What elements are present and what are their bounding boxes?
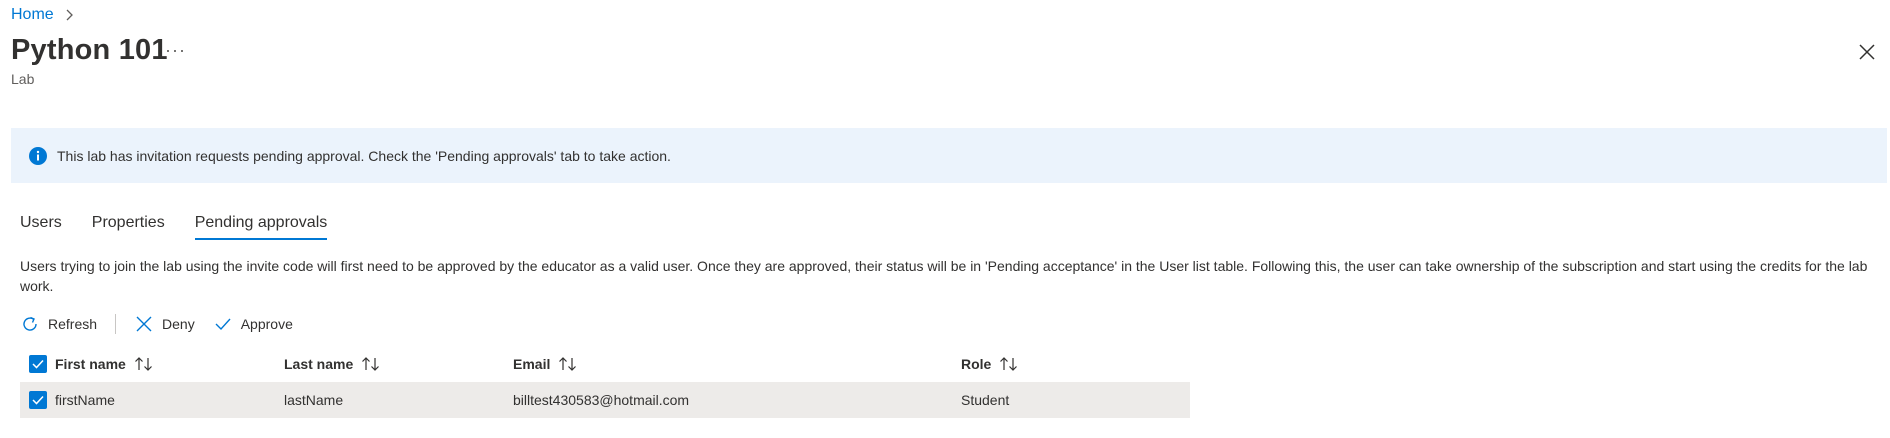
chevron-right-icon — [62, 8, 76, 22]
column-header-label: Last name — [284, 356, 354, 372]
column-header-last-name[interactable]: Last name — [284, 356, 513, 372]
checkmark-icon — [215, 318, 231, 331]
column-header-label: Email — [513, 356, 551, 372]
sort-icon[interactable] — [999, 356, 1019, 372]
description-text: Users trying to join the lab using the i… — [20, 258, 1868, 294]
column-header-email[interactable]: Email — [513, 356, 961, 372]
checkmark-icon — [31, 359, 44, 369]
close-icon[interactable] — [1858, 43, 1876, 61]
table-header-row: First name Last name Email Role — [20, 346, 1190, 382]
refresh-label: Refresh — [48, 316, 98, 332]
column-header-first-name[interactable]: First name — [55, 356, 284, 372]
tab-properties[interactable]: Properties — [92, 214, 165, 240]
row-checkbox[interactable] — [28, 391, 47, 409]
more-options-button[interactable]: ··· — [165, 40, 186, 61]
cell-first-name: firstName — [55, 392, 115, 408]
tab-users[interactable]: Users — [20, 214, 62, 240]
tab-pending-approvals[interactable]: Pending approvals — [194, 214, 327, 240]
toolbar-divider — [115, 314, 117, 334]
banner-text: This lab has invitation requests pending… — [57, 147, 671, 164]
checkmark-icon — [31, 395, 44, 405]
refresh-icon — [23, 316, 37, 331]
column-header-label: First name — [55, 356, 126, 372]
sort-icon[interactable] — [134, 356, 154, 372]
deny-label: Deny — [162, 316, 195, 332]
approve-button[interactable]: Approve — [213, 314, 293, 334]
page-title: Python 101 — [11, 34, 168, 66]
table-row[interactable]: firstName lastName billtest430583@hotmai… — [20, 382, 1190, 418]
select-all-checkbox[interactable] — [28, 355, 47, 373]
page-subtitle: Lab — [11, 71, 35, 87]
deny-button[interactable]: Deny — [134, 314, 195, 334]
command-bar: Refresh Deny Approve — [20, 312, 311, 336]
column-header-role[interactable]: Role — [961, 356, 1190, 372]
sort-icon[interactable] — [361, 356, 381, 372]
info-banner: This lab has invitation requests pending… — [11, 128, 1887, 183]
deny-icon — [136, 316, 152, 332]
sort-icon[interactable] — [558, 356, 578, 372]
cell-email: billtest430583@hotmail.com — [513, 392, 690, 408]
info-icon — [29, 146, 47, 165]
pending-approvals-table: First name Last name Email Role firstNam… — [20, 346, 1190, 418]
column-header-label: Role — [961, 356, 992, 372]
approve-label: Approve — [240, 316, 293, 332]
breadcrumb-home-link[interactable]: Home — [11, 6, 54, 24]
cell-last-name: lastName — [284, 392, 344, 408]
cell-role: Student — [961, 392, 1010, 408]
refresh-button[interactable]: Refresh — [20, 314, 97, 334]
breadcrumb: Home — [11, 6, 76, 24]
tab-list: Users Properties Pending approvals — [20, 214, 357, 240]
